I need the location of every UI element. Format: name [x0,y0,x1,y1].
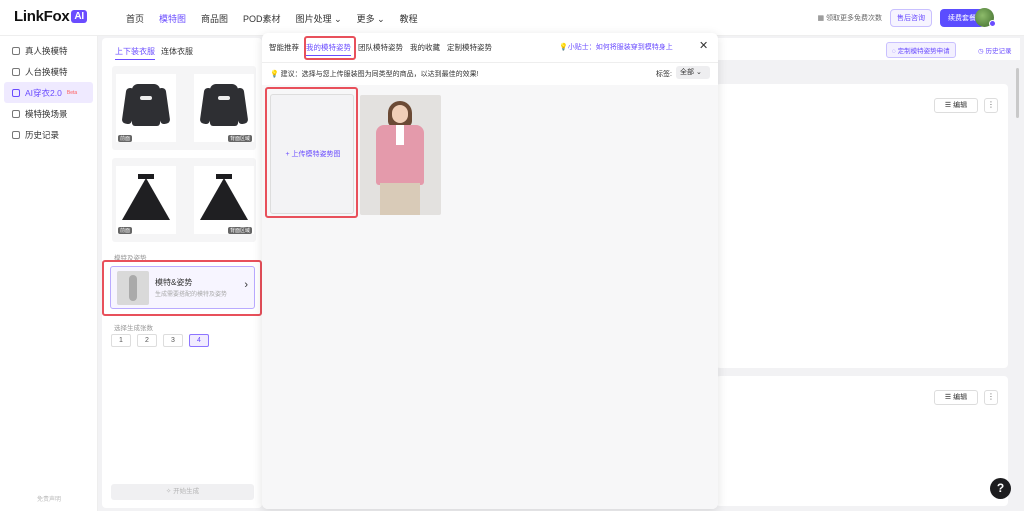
edit-button[interactable]: ☰ 编辑 [934,98,978,113]
lightbulb-icon: 💡 [559,44,568,51]
tab-highlight [304,36,356,60]
nav-pod[interactable]: POD素材 [243,12,281,25]
tab-recommended[interactable]: 智能推荐 [269,42,299,56]
tab-one-piece[interactable]: 连体衣服 [161,46,193,60]
sidebar: 真人换模特 人台换模特 AI穿衣2.0 Beta 模特换场景 历史记录 免责声明 [0,36,98,511]
front-tag: 前面 [118,135,133,142]
tag-filter-select[interactable]: 全部 ⌄ [676,66,710,79]
more-options-button[interactable]: ⋮ [984,98,998,113]
result-card: ☰ 编辑 ⋮ [716,84,1008,368]
main-toolbar [716,38,1020,60]
skirt-image [200,174,248,222]
top-front-image[interactable]: 前面 [116,74,176,142]
sidebar-item-scene[interactable]: 模特换场景 [4,103,93,124]
history-icon [12,130,20,139]
beta-badge: Beta [66,89,78,96]
count-option-4[interactable]: 4 [189,334,209,347]
sidebar-item-real-person[interactable]: 真人换模特 [4,40,93,61]
chevron-right-icon: › [244,279,248,291]
result-card: ☰ 编辑 ⋮ [716,376,1008,506]
logo[interactable]: LinkFox AI [14,8,87,25]
tab-team-poses[interactable]: 团队模特姿势 [358,42,403,56]
front-tag: 前面 [118,227,133,234]
scrollbar[interactable] [1016,68,1019,118]
sliders-icon: ☰ [944,102,954,109]
sidebar-item-mannequin[interactable]: 人台换模特 [4,61,93,82]
bottom-garment-card: 前面 背面区域 [112,158,256,242]
sidebar-item-history[interactable]: 历史记录 [4,124,93,145]
back-region-tag: 背面区域 [227,135,252,142]
tab-favorites[interactable]: 我的收藏 [410,42,440,56]
nav-more[interactable]: 更多 ⌄ [357,12,385,25]
edit-button[interactable]: ☰ 编辑 [934,390,978,405]
help-button[interactable]: ? [990,478,1011,499]
nav-product-image[interactable]: 商品图 [201,12,228,25]
sweater-image [199,80,249,128]
tip-link[interactable]: 💡小贴士：如何将服装穿到模特身上 [559,42,673,52]
tab-top-bottom[interactable]: 上下装衣服 [115,46,155,60]
tag-filter-label: 标签: [656,71,672,78]
lightbulb-icon: 💡 [270,71,281,78]
upload-pose-card[interactable]: + 上传模特姿势图 [270,94,354,214]
nav-image-processing[interactable]: 图片处理 ⌄ [296,12,342,25]
top-right-actions: ▦ 领取更多免费次数 售后咨询 续费套餐 [817,9,984,27]
modal-tabs: 智能推荐 我的模特姿势 团队模特姿势 我的收藏 定制模特姿势 [269,42,492,56]
bottom-back-image[interactable]: 背面区域 [194,166,254,234]
top-bar: LinkFox AI 首页 模特图 商品图 POD素材 图片处理 ⌄ 更多 ⌄ 教… [0,0,1024,36]
generate-button[interactable]: ✧ 开始生成 [111,484,254,500]
vip-badge-icon [989,20,996,27]
close-icon[interactable]: ✕ [699,39,708,52]
sliders-icon: ☰ [944,394,954,401]
count-option-2[interactable]: 2 [137,334,157,347]
custom-pose-apply-button[interactable]: ◌ 定制模特姿势申请 [886,42,956,58]
suggestion-text: 💡 建议：选择与您上传服装图为同类型的商品，以达到最佳的效果! [270,71,479,78]
top-back-image[interactable]: 背面区域 [194,74,254,142]
tab-custom-poses[interactable]: 定制模特姿势 [447,42,492,56]
scene-icon [12,109,20,118]
shirt-icon [12,88,20,97]
count-option-1[interactable]: 1 [111,334,131,347]
model-pose-picker[interactable]: 模特&姿势 生成需要搭配的模特及姿势 › [110,266,255,309]
more-options-button[interactable]: ⋮ [984,390,998,405]
history-link[interactable]: ◷ 历史记录 [978,45,1011,55]
model-pose-thumbnail [117,271,149,305]
count-section-label: 选择生成张数 [114,325,153,332]
garment-type-tabs: 上下装衣服 连体衣服 [115,46,193,60]
count-selector: 1 2 3 4 [111,334,209,347]
upload-pose-label: + 上传模特姿势图 [285,151,341,158]
disclaimer-link[interactable]: 免责声明 [0,494,98,503]
back-region-tag: 背面区域 [227,227,252,234]
free-credits-link[interactable]: ▦ 领取更多免费次数 [817,13,882,23]
nav-tutorial[interactable]: 教程 [400,12,418,25]
nav-model-image[interactable]: 模特图 [159,12,186,25]
count-option-3[interactable]: 3 [163,334,183,347]
bottom-front-image[interactable]: 前面 [116,166,176,234]
skirt-image [122,174,170,222]
main-nav: 首页 模特图 商品图 POD素材 图片处理 ⌄ 更多 ⌄ 教程 [126,12,418,25]
model-pose-subtitle: 生成需要搭配的模特及姿势 [155,292,228,298]
nav-home[interactable]: 首页 [126,12,144,25]
top-garment-card: 前面 背面区域 [112,66,256,150]
person-icon [12,46,20,55]
divider [262,62,718,63]
model-pose-title: 模特&姿势 [155,278,193,287]
sweater-image [121,80,171,128]
pose-photo[interactable] [360,95,441,215]
mannequin-icon [12,67,20,76]
after-sales-button[interactable]: 售后咨询 [890,9,932,27]
sidebar-item-ai-dress[interactable]: AI穿衣2.0 Beta [4,82,93,103]
